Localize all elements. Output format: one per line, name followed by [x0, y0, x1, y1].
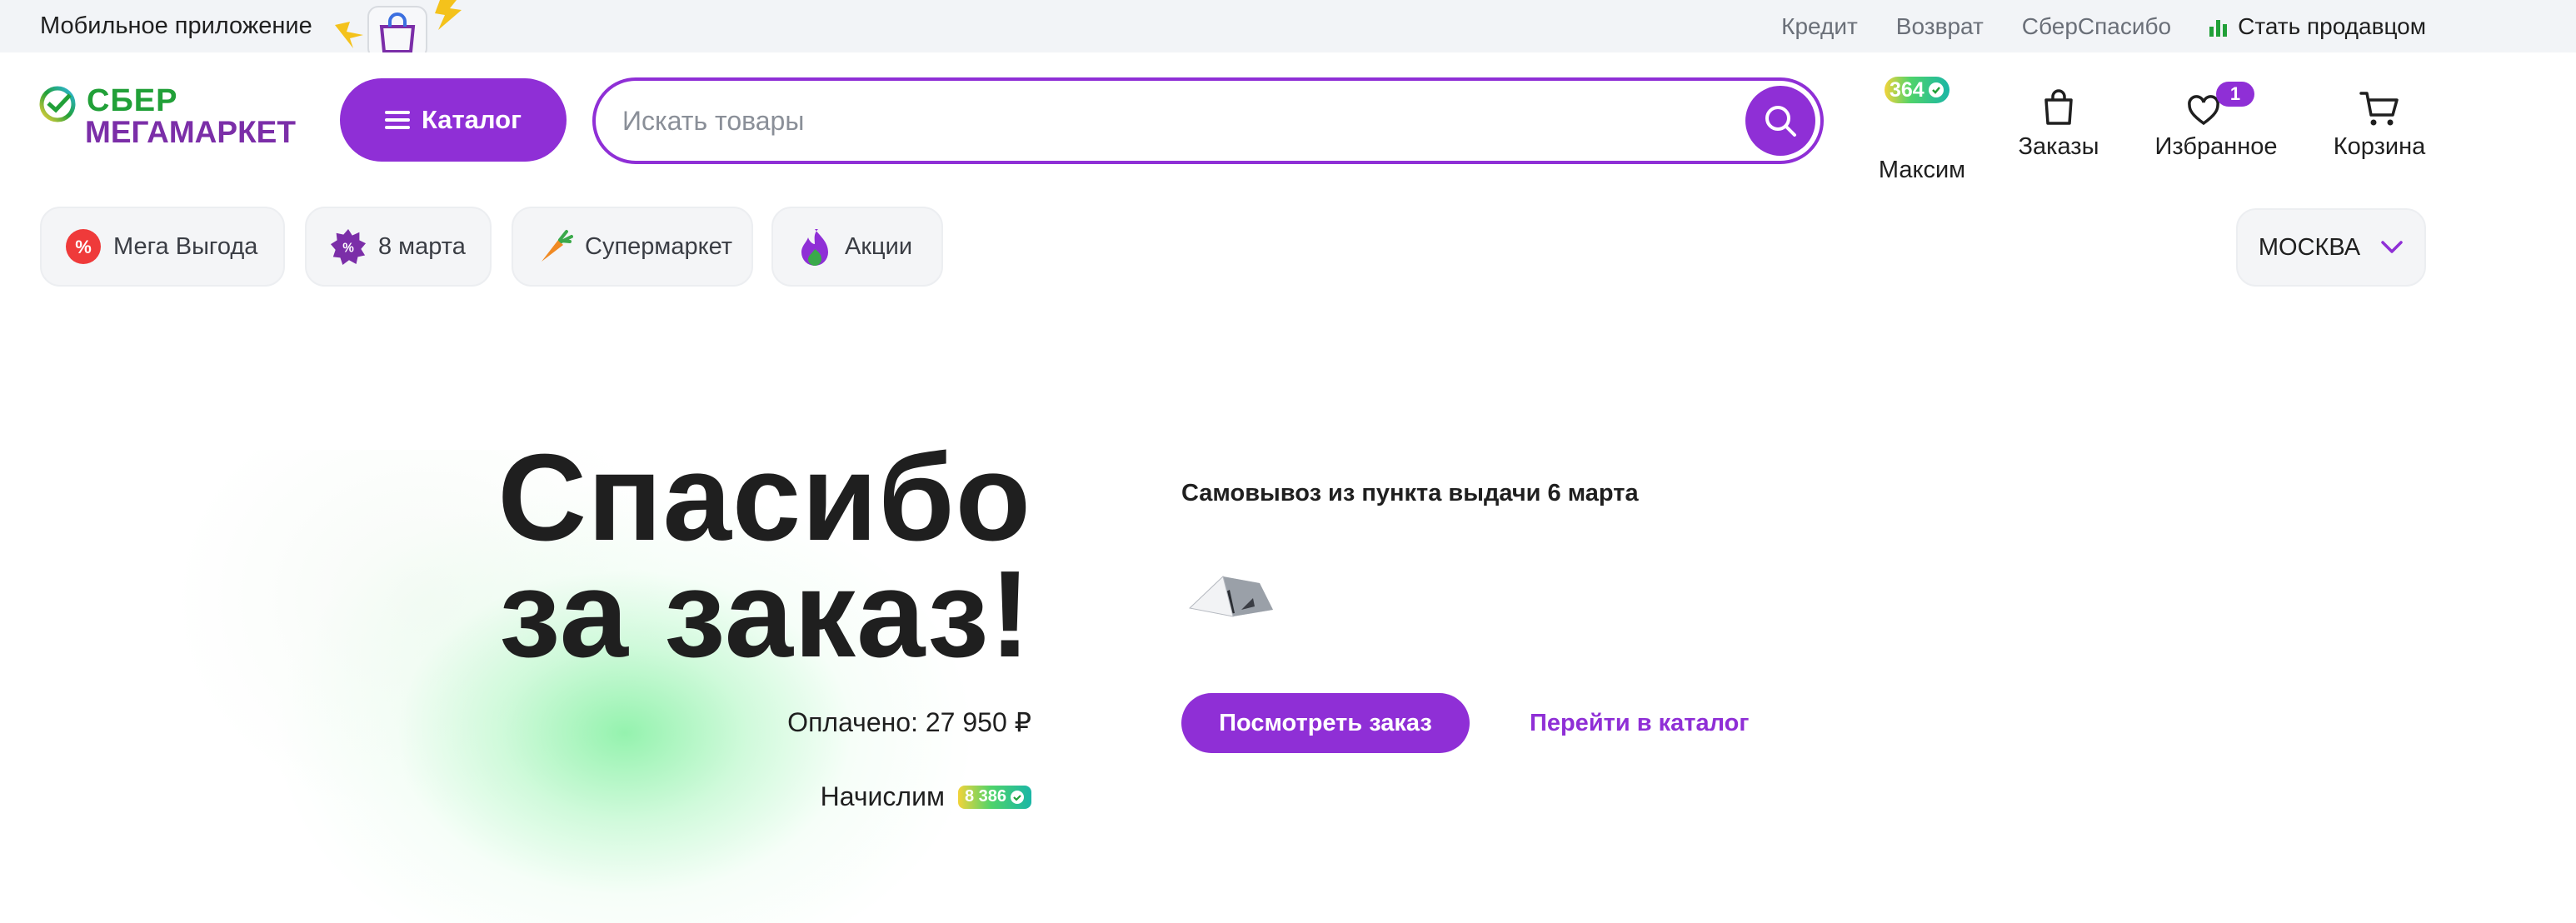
paid-amount: Оплачено: 27 950 ₽ [787, 707, 1031, 737]
favorites-label: Избранное [2154, 133, 2278, 160]
logo-line2: МЕГАМАРКЕТ [85, 115, 296, 149]
sberspasibo-link[interactable]: СберСпасибо [2022, 13, 2171, 40]
favorites-button[interactable]: 1 Избранное [2149, 77, 2283, 161]
logo-line1: СБЕР [87, 83, 178, 118]
tent-product-thumbnail[interactable] [1183, 558, 1275, 625]
city-selector[interactable]: МОСКВА [2236, 208, 2426, 287]
top-links: Кредит Возврат СберСпасибо Стать продавц… [1781, 0, 2426, 52]
city-label: МОСКВА [2258, 233, 2361, 261]
go-to-catalog-link[interactable]: Перейти в каталог [1530, 693, 1749, 753]
mobile-app-link[interactable]: Мобильное приложение [40, 0, 312, 52]
become-seller-label: Стать продавцом [2238, 12, 2426, 39]
cart-label: Корзина [2333, 133, 2426, 160]
profile-button[interactable]: 364 Максим [1878, 77, 1966, 184]
view-order-label: Посмотреть заказ [1219, 709, 1432, 736]
become-seller-link[interactable]: Стать продавцом [2209, 13, 2426, 40]
top-bar: Мобильное приложение Кредит Возврат Сбер… [0, 0, 2576, 52]
bonus-badge: 364 [1885, 77, 1949, 103]
chip-supermarket[interactable]: Супермаркет [512, 207, 753, 287]
sale-burst-icon: % [330, 228, 367, 265]
profile-label: Максим [1878, 157, 1966, 183]
bonus-coin-icon [1928, 82, 1944, 97]
search-bar [592, 77, 1824, 164]
heart-icon [2188, 95, 2219, 126]
chevron-down-icon [2381, 241, 2403, 253]
chip-mega-vygoda[interactable]: % Мега Выгода [40, 207, 285, 287]
mobile-app-label: Мобильное приложение [40, 12, 312, 39]
credit-link[interactable]: Кредит [1781, 13, 1858, 40]
app-promo-icon[interactable] [332, 0, 473, 52]
bar-chart-icon [2209, 19, 2228, 37]
carrot-icon [537, 228, 573, 265]
flame-icon [796, 228, 833, 266]
thank-you-heading: Спасибо за заказ! [497, 429, 1031, 683]
svg-text:%: % [75, 237, 92, 257]
accrue-bonus: Начислим 8 386 [821, 781, 1031, 812]
search-icon [1765, 106, 1796, 137]
chip-label: Супермаркет [585, 232, 733, 260]
accrue-label: Начислим [820, 781, 945, 811]
orders-button[interactable]: Заказы [2009, 77, 2108, 161]
bonus-value: 364 [1890, 77, 1925, 102]
svg-text:%: % [342, 242, 354, 256]
cart-icon [2359, 92, 2399, 126]
pickup-info: Самовывоз из пункта выдачи 6 марта [1181, 480, 1639, 506]
shopping-bag-icon [2044, 89, 2073, 125]
cart-button[interactable]: Корзина [2329, 77, 2429, 161]
view-order-button[interactable]: Посмотреть заказ [1181, 693, 1470, 753]
chip-label: Акции [845, 232, 913, 260]
accrue-bonus-badge: 8 386 [957, 785, 1031, 809]
search-input[interactable] [622, 97, 1705, 144]
orders-label: Заказы [2018, 133, 2099, 160]
accrue-bonus-value: 8 386 [964, 787, 1006, 806]
catalog-button[interactable]: Каталог [340, 78, 567, 162]
favorites-count: 1 [2216, 82, 2254, 107]
bonus-coin-icon [1011, 790, 1024, 804]
thank-you-line1: Спасибо [497, 429, 1031, 566]
search-button[interactable] [1745, 86, 1815, 156]
thank-you-line2: за заказ! [498, 546, 1031, 683]
go-to-catalog-label: Перейти в каталог [1530, 709, 1750, 736]
sber-check-icon [39, 86, 76, 122]
chip-label: 8 марта [378, 232, 466, 260]
chip-promotions[interactable]: Акции [771, 207, 943, 287]
chip-8-march[interactable]: % 8 марта [305, 207, 492, 287]
return-link[interactable]: Возврат [1896, 13, 1984, 40]
menu-icon [384, 111, 410, 129]
percent-icon: % [65, 228, 102, 265]
sbermegamarket-logo[interactable]: СБЕР МЕГАМАРКЕТ [38, 80, 313, 155]
chip-label: Мега Выгода [113, 232, 258, 260]
catalog-label: Каталог [421, 105, 522, 134]
